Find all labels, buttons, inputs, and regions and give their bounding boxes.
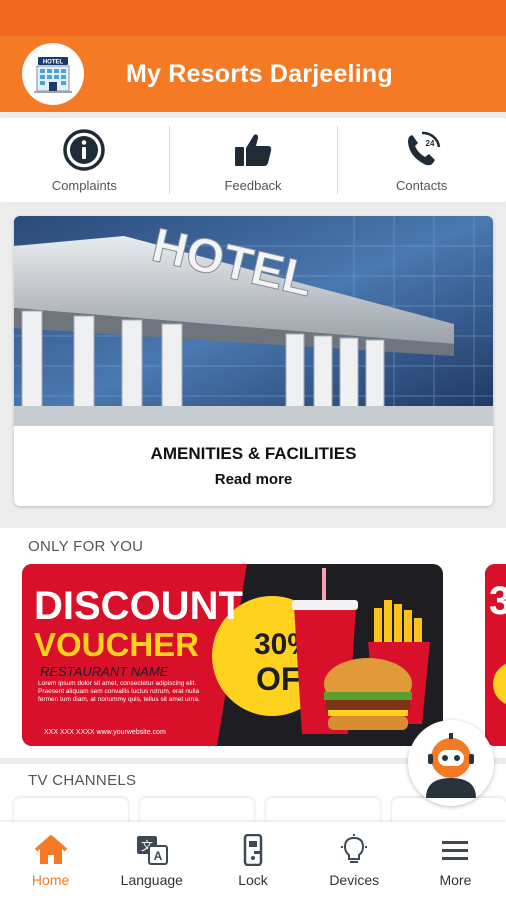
contacts-label: Contacts: [396, 177, 448, 193]
logo-text: HOTEL: [43, 60, 64, 66]
app-title: My Resorts Darjeeling: [126, 59, 393, 88]
hotel-building-image: HOTEL: [14, 216, 493, 426]
read-more-link[interactable]: Read more: [14, 471, 493, 488]
voucher-headline: DISCOUNT: [34, 584, 243, 628]
lightbulb-icon: [341, 834, 368, 863]
second-voucher-banner[interactable]: 3: [485, 564, 506, 746]
nav-more-label: More: [439, 872, 472, 888]
nav-devices[interactable]: Devices: [304, 822, 405, 900]
home-icon: [34, 835, 67, 864]
language-icon: 文 A: [136, 836, 168, 865]
hotel-logo-icon[interactable]: HOTEL: [22, 43, 84, 105]
burger-icon: [324, 658, 412, 730]
second-voucher-image: 3: [485, 564, 506, 746]
offers-section: ONLY FOR YOU DISCOUNT VOUCHER RESTAURANT…: [0, 528, 506, 758]
tv-channels-title: TV CHANNELS: [28, 772, 137, 789]
nav-more[interactable]: More: [405, 822, 506, 900]
feedback-button[interactable]: Feedback: [168, 118, 338, 202]
info-icon: [63, 128, 106, 171]
svg-text:24: 24: [425, 139, 434, 148]
door-lock-icon: [243, 834, 263, 866]
second-voucher-digit: 3: [489, 579, 506, 623]
nav-language-label: Language: [120, 872, 183, 888]
discount-voucher-banner[interactable]: DISCOUNT VOUCHER RESTAURANT NAME Lorem i…: [22, 564, 443, 746]
quick-actions-bar: Complaints Feedback 24 Contacts: [0, 118, 506, 202]
amenities-card[interactable]: HOTEL AMENITIES & FACILITIES Read more: [14, 216, 493, 506]
voucher-phone: XXX XXX XXXX www.yourwebsite.com: [44, 729, 166, 736]
nav-home-label: Home: [31, 872, 70, 888]
robot-icon: [426, 733, 476, 798]
offers-section-title: ONLY FOR YOU: [28, 538, 144, 555]
contacts-button[interactable]: 24 Contacts: [337, 118, 506, 202]
feedback-label: Feedback: [224, 177, 282, 193]
nav-language[interactable]: 文 A Language: [101, 822, 202, 900]
phone-24-icon: 24: [407, 131, 440, 165]
complaints-label: Complaints: [51, 177, 117, 193]
nav-devices-label: Devices: [329, 872, 380, 888]
voucher-restaurant-name: RESTAURANT NAME: [40, 664, 169, 679]
bottom-navigation: Home 文 A Language Lock Devices More: [0, 822, 506, 900]
app-bar: HOTEL My Resorts Darjeeling: [0, 36, 506, 112]
status-bar: [0, 0, 506, 36]
amenities-title: AMENITIES & FACILITIES: [150, 444, 357, 463]
complaints-button[interactable]: Complaints: [0, 118, 169, 202]
voucher-subheadline: VOUCHER: [34, 626, 199, 663]
voucher-image: DISCOUNT VOUCHER RESTAURANT NAME Lorem i…: [22, 564, 443, 746]
nav-lock-label: Lock: [238, 872, 268, 888]
thumbs-up-icon: [235, 133, 272, 166]
nav-home[interactable]: Home: [0, 822, 101, 900]
chatbot-button[interactable]: [408, 720, 494, 806]
nav-lock[interactable]: Lock: [202, 822, 303, 900]
voucher-body-text: Lorem ipsum dolor sit amet, consectetur …: [38, 680, 200, 703]
svg-text:A: A: [153, 849, 162, 863]
menu-icon: [442, 841, 469, 860]
